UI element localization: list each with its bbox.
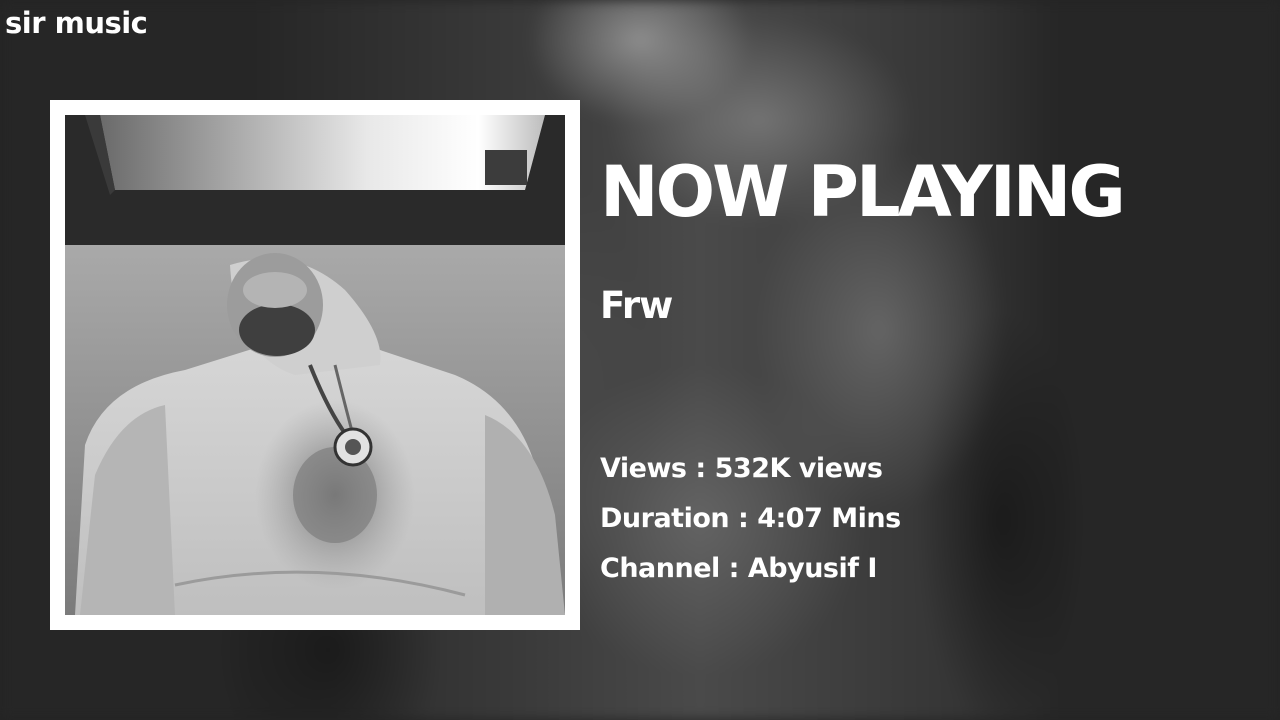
duration-label: Duration [600, 503, 730, 534]
channel-label: Channel [600, 553, 720, 584]
album-art-image [65, 115, 565, 615]
views-separator: : [686, 453, 715, 484]
now-playing-screen: sir music NOW PLAYING Frw Views: 532K v… [0, 0, 1280, 720]
duration-separator: : [729, 503, 758, 534]
album-art-frame [50, 100, 580, 630]
duration-value: 4:07 Mins [757, 503, 901, 534]
views-label: Views [600, 453, 687, 484]
channel-separator: : [719, 553, 748, 584]
views-row: Views : 532K views [600, 450, 901, 500]
album-art [65, 115, 565, 615]
now-playing-heading: NOW PLAYING [600, 151, 1126, 233]
brand-logo: sir music [5, 6, 148, 40]
duration-row: Duration : 4:07 Mins [600, 500, 901, 550]
channel-value: Abyusif I [747, 553, 878, 584]
views-value: 532K views [714, 453, 883, 484]
track-details: Views : 532K views Duration : 4:07 Mins … [600, 450, 901, 600]
channel-row: Channel : Abyusif I [600, 550, 901, 600]
track-title: Frw [600, 284, 673, 327]
